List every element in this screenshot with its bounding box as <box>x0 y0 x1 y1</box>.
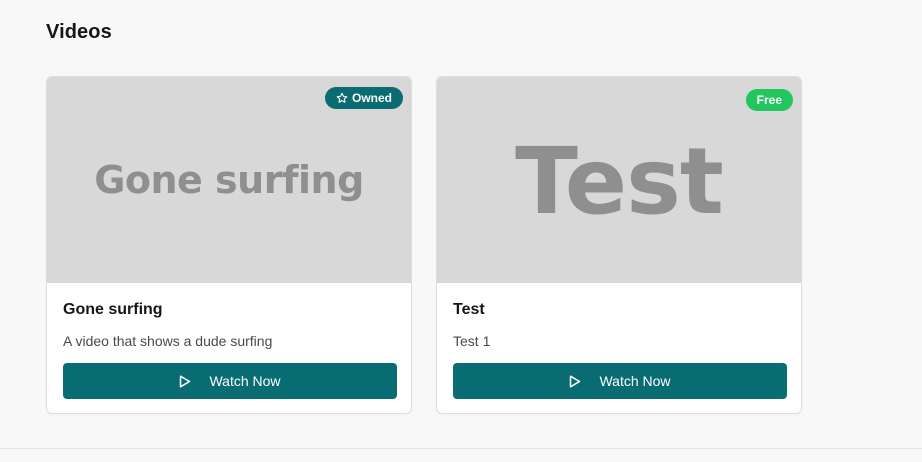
video-thumbnail[interactable]: Gone surfing Owned <box>47 77 411 283</box>
video-card: Gone surfing Owned Gone surfing A video … <box>46 76 412 414</box>
play-icon <box>569 374 581 388</box>
free-badge: Free <box>745 89 793 111</box>
thumbnail-text: Gone surfing <box>94 158 364 202</box>
video-card: Test Free Test Test 1 Watch Now <box>436 76 802 414</box>
play-icon <box>179 374 191 388</box>
video-description: A video that shows a dude surfing <box>63 333 273 349</box>
watch-now-button[interactable]: Watch Now <box>63 363 397 399</box>
watch-now-button[interactable]: Watch Now <box>453 363 787 399</box>
badge-label: Free <box>756 93 782 107</box>
thumbnail-text: Test <box>515 127 724 235</box>
badge-label: Owned <box>351 91 392 105</box>
watch-now-label: Watch Now <box>209 373 281 389</box>
page-divider <box>0 448 922 449</box>
owned-badge: Owned <box>324 87 403 109</box>
video-title: Gone surfing <box>63 301 163 318</box>
star-icon <box>336 92 348 104</box>
video-grid: Gone surfing Owned Gone surfing A video … <box>46 76 802 414</box>
section-title: Videos <box>46 21 112 43</box>
video-title: Test <box>453 301 485 318</box>
watch-now-label: Watch Now <box>599 373 671 389</box>
video-thumbnail[interactable]: Test Free <box>437 77 801 283</box>
video-description: Test 1 <box>453 333 491 349</box>
